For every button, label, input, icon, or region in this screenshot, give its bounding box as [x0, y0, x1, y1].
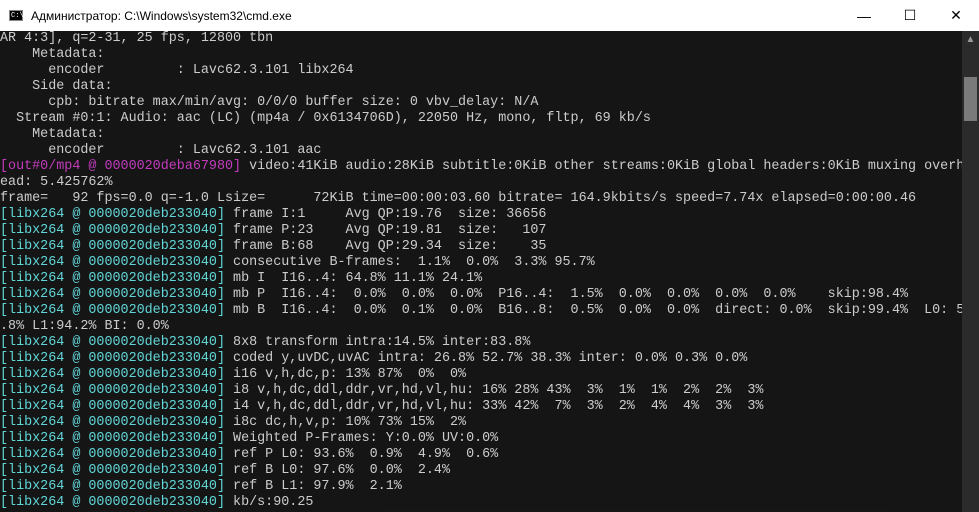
log-text: i16 v,h,dc,p: 13% 87% 0% 0%: [225, 367, 467, 382]
log-source-prefix: [libx264 @ 0000020deb233040]: [0, 431, 225, 446]
console-line: [libx264 @ 0000020deb233040] i4 v,h,dc,d…: [0, 399, 962, 415]
log-text: AR 4:3], q=2-31, 25 fps, 12800 tbn: [0, 31, 274, 46]
log-text: 8x8 transform intra:14.5% inter:83.8%: [225, 335, 531, 350]
console-line: [libx264 @ 0000020deb233040] i8c dc,h,v,…: [0, 415, 962, 431]
console-line: encoder : Lavc62.3.101 aac: [0, 143, 962, 159]
log-text: mb P I16..4: 0.0% 0.0% 0.0% P16..4: 1.5%…: [225, 287, 909, 302]
log-text: Stream #0:1: Audio: aac (LC) (mp4a / 0x6…: [0, 111, 651, 126]
console-line: cpb: bitrate max/min/avg: 0/0/0 buffer s…: [0, 95, 962, 111]
log-text: coded y,uvDC,uvAC intra: 26.8% 52.7% 38.…: [225, 351, 748, 366]
log-text: frame P:23 Avg QP:19.81 size: 107: [225, 223, 547, 238]
log-source-prefix: [libx264 @ 0000020deb233040]: [0, 351, 225, 366]
log-source-prefix: [libx264 @ 0000020deb233040]: [0, 463, 225, 478]
log-text: cpb: bitrate max/min/avg: 0/0/0 buffer s…: [0, 95, 539, 110]
console-line: Metadata:: [0, 127, 962, 143]
scroll-up-arrow-icon[interactable]: ▲: [962, 31, 979, 48]
log-text: i8 v,h,dc,ddl,ddr,vr,hd,vl,hu: 16% 28% 4…: [225, 383, 764, 398]
window-controls: — ☐ ✕: [841, 0, 979, 31]
minimize-button[interactable]: —: [841, 0, 887, 31]
console-line: [libx264 @ 0000020deb233040] ref P L0: 9…: [0, 447, 962, 463]
log-source-prefix: [libx264 @ 0000020deb233040]: [0, 287, 225, 302]
log-source-prefix: [libx264 @ 0000020deb233040]: [0, 367, 225, 382]
log-source-prefix: [libx264 @ 0000020deb233040]: [0, 479, 225, 494]
console-line: .8% L1:94.2% BI: 0.0%: [0, 319, 962, 335]
log-source-prefix: [libx264 @ 0000020deb233040]: [0, 415, 225, 430]
log-text: encoder : Lavc62.3.101 aac: [0, 143, 322, 158]
log-source-prefix: [libx264 @ 0000020deb233040]: [0, 207, 225, 222]
console-line: [out#0/mp4 @ 0000020deba67980] video:41K…: [0, 159, 962, 175]
console-output[interactable]: AR 4:3], q=2-31, 25 fps, 12800 tbn Metad…: [0, 31, 962, 512]
log-text: mb B I16..4: 0.0% 0.1% 0.0% B16..8: 0.5%…: [225, 303, 962, 318]
console-line: [libx264 @ 0000020deb233040] Weighted P-…: [0, 431, 962, 447]
console-line: [libx264 @ 0000020deb233040] frame P:23 …: [0, 223, 962, 239]
log-text: .8% L1:94.2% BI: 0.0%: [0, 319, 169, 334]
console-line: [libx264 @ 0000020deb233040] i16 v,h,dc,…: [0, 367, 962, 383]
console-line: [libx264 @ 0000020deb233040] frame B:68 …: [0, 239, 962, 255]
console-line: [libx264 @ 0000020deb233040] 8x8 transfo…: [0, 335, 962, 351]
scroll-thumb[interactable]: [964, 77, 977, 121]
console-line: [libx264 @ 0000020deb233040] ref B L1: 9…: [0, 479, 962, 495]
log-source-prefix: [libx264 @ 0000020deb233040]: [0, 495, 225, 510]
log-text: i4 v,h,dc,ddl,ddr,vr,hd,vl,hu: 33% 42% 7…: [225, 399, 764, 414]
log-source-prefix: [out#0/mp4 @ 0000020deba67980]: [0, 159, 242, 174]
console-line: Metadata:: [0, 47, 962, 63]
maximize-button[interactable]: ☐: [887, 0, 933, 31]
log-source-prefix: [libx264 @ 0000020deb233040]: [0, 271, 225, 286]
console-line: Stream #0:1: Audio: aac (LC) (mp4a / 0x6…: [0, 111, 962, 127]
log-source-prefix: [libx264 @ 0000020deb233040]: [0, 303, 225, 318]
log-text: ref B L1: 97.9% 2.1%: [225, 479, 402, 494]
window-title: Администратор: C:\Windows\system32\cmd.e…: [31, 8, 292, 23]
cmd-icon: C:\_: [9, 10, 28, 21]
log-source-prefix: [libx264 @ 0000020deb233040]: [0, 383, 225, 398]
console-line: [libx264 @ 0000020deb233040] mb P I16..4…: [0, 287, 962, 303]
log-source-prefix: [libx264 @ 0000020deb233040]: [0, 447, 225, 462]
log-source-prefix: [libx264 @ 0000020deb233040]: [0, 255, 225, 270]
title-bar[interactable]: C:\_ Администратор: C:\Windows\system32\…: [0, 0, 979, 31]
console-line: [libx264 @ 0000020deb233040] mb I I16..4…: [0, 271, 962, 287]
console-line: [libx264 @ 0000020deb233040] frame I:1 A…: [0, 207, 962, 223]
log-text: encoder : Lavc62.3.101 libx264: [0, 63, 354, 78]
log-text: consecutive B-frames: 1.1% 0.0% 3.3% 95.…: [225, 255, 595, 270]
log-text: ref B L0: 97.6% 0.0% 2.4%: [225, 463, 450, 478]
log-text: frame= 92 fps=0.0 q=-1.0 Lsize= 72KiB ti…: [0, 191, 917, 206]
log-text: i8c dc,h,v,p: 10% 73% 15% 2%: [225, 415, 467, 430]
log-text: Metadata:: [0, 47, 105, 62]
log-text: mb I I16..4: 64.8% 11.1% 24.1%: [225, 271, 483, 286]
console-line: [libx264 @ 0000020deb233040] kb/s:90.25: [0, 495, 962, 511]
log-text: video:41KiB audio:28KiB subtitle:0KiB ot…: [241, 159, 962, 174]
log-text: Side data:: [0, 79, 113, 94]
log-text: ref P L0: 93.6% 0.9% 4.9% 0.6%: [225, 447, 499, 462]
log-source-prefix: [libx264 @ 0000020deb233040]: [0, 399, 225, 414]
log-text: Weighted P-Frames: Y:0.0% UV:0.0%: [225, 431, 499, 446]
console-line: [libx264 @ 0000020deb233040] mb B I16..4…: [0, 303, 962, 319]
log-source-prefix: [libx264 @ 0000020deb233040]: [0, 223, 225, 238]
console-line: [libx264 @ 0000020deb233040] consecutive…: [0, 255, 962, 271]
log-text: Metadata:: [0, 127, 105, 142]
console-line: encoder : Lavc62.3.101 libx264: [0, 63, 962, 79]
close-button[interactable]: ✕: [933, 0, 979, 31]
log-text: frame I:1 Avg QP:19.76 size: 36656: [225, 207, 547, 222]
console-line: [libx264 @ 0000020deb233040] coded y,uvD…: [0, 351, 962, 367]
console-line: [libx264 @ 0000020deb233040] ref B L0: 9…: [0, 463, 962, 479]
console-line: ead: 5.425762%: [0, 175, 962, 191]
console-line: Side data:: [0, 79, 962, 95]
console-line: [libx264 @ 0000020deb233040] i8 v,h,dc,d…: [0, 383, 962, 399]
vertical-scrollbar[interactable]: ▲: [962, 31, 979, 512]
log-text: ead: 5.425762%: [0, 175, 113, 190]
console-line: frame= 92 fps=0.0 q=-1.0 Lsize= 72KiB ti…: [0, 191, 962, 207]
console-line: AR 4:3], q=2-31, 25 fps, 12800 tbn: [0, 31, 962, 47]
log-text: kb/s:90.25: [225, 495, 314, 510]
log-source-prefix: [libx264 @ 0000020deb233040]: [0, 335, 225, 350]
log-text: frame B:68 Avg QP:29.34 size: 35: [225, 239, 547, 254]
log-source-prefix: [libx264 @ 0000020deb233040]: [0, 239, 225, 254]
